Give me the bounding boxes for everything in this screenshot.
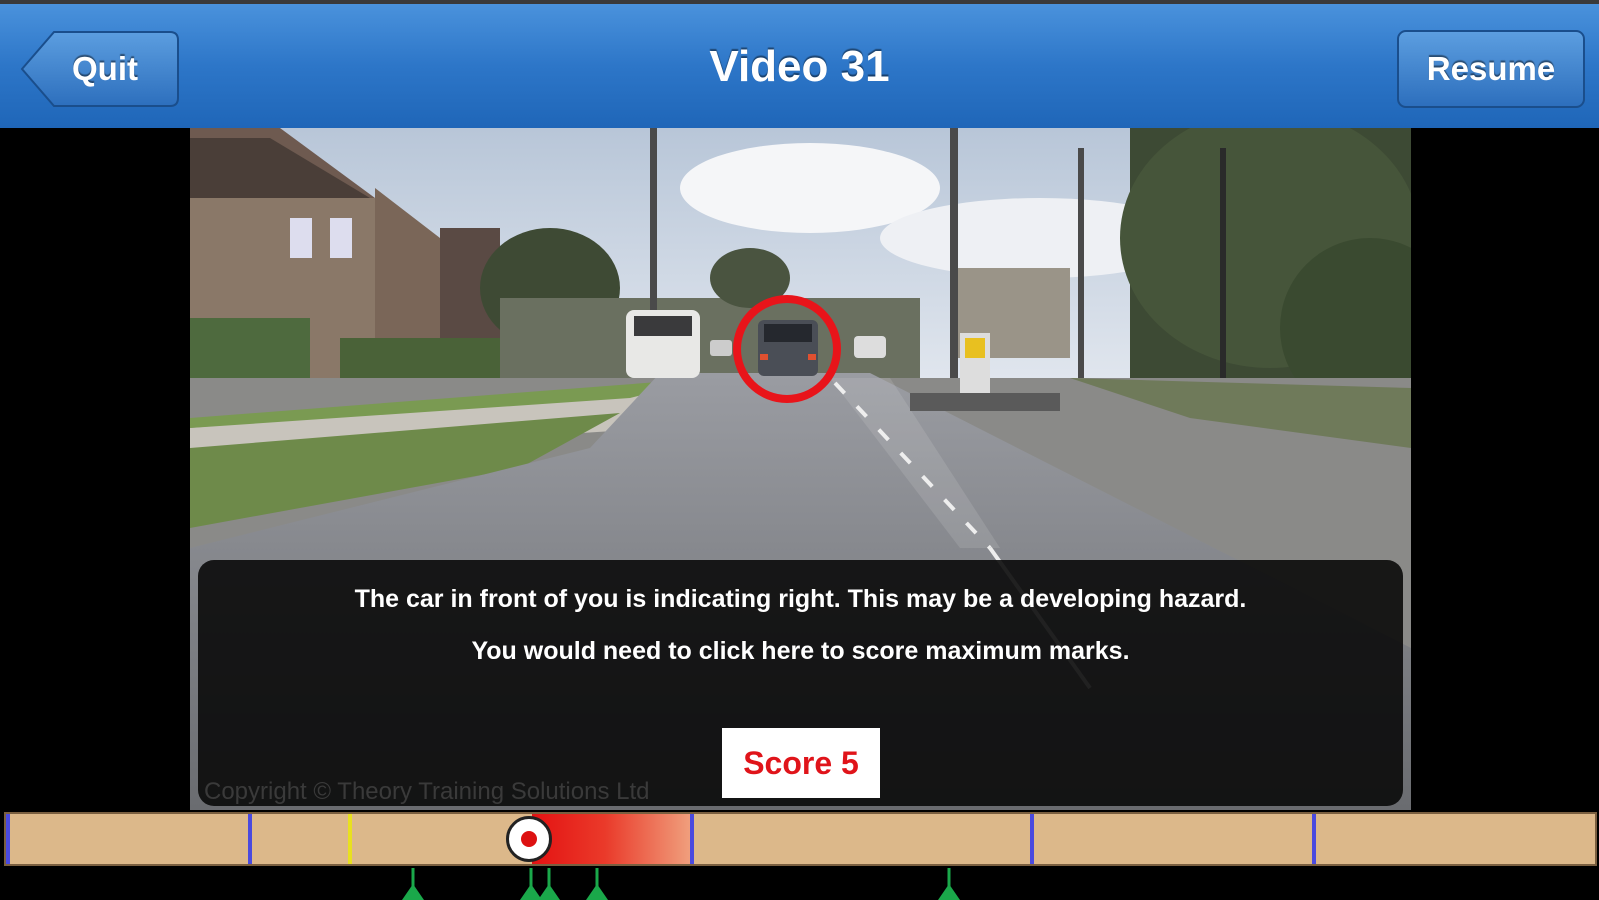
timeline-tick — [1030, 814, 1034, 864]
scoring-window — [532, 814, 694, 864]
timeline-tick — [690, 814, 694, 864]
timeline-tick — [6, 814, 10, 864]
click-marker-icon — [538, 868, 560, 900]
timeline-tick-yellow — [348, 814, 352, 864]
resume-button[interactable]: Resume — [1397, 30, 1585, 108]
click-marker-icon — [586, 868, 608, 900]
timeline-tick — [1312, 814, 1316, 864]
video-player[interactable]: The car in front of you is indicating ri… — [190, 128, 1411, 810]
timeline-tick — [248, 814, 252, 864]
navigation-bar: Quit Video 31 Resume — [0, 0, 1599, 128]
page-title: Video 31 — [709, 42, 890, 91]
score-badge: Score 5 — [722, 728, 880, 798]
feedback-message-2: You would need to click here to score ma… — [471, 637, 1130, 665]
playhead-handle[interactable] — [506, 816, 552, 862]
click-marker-icon — [938, 868, 960, 900]
video-timeline[interactable] — [4, 812, 1597, 866]
copyright-watermark: Copyright © Theory Training Solutions Lt… — [204, 778, 650, 805]
feedback-message-1: The car in front of you is indicating ri… — [354, 585, 1247, 613]
playhead-dot — [521, 831, 537, 847]
click-marker-icon — [402, 868, 424, 900]
feedback-panel: The car in front of you is indicating ri… — [198, 560, 1403, 806]
